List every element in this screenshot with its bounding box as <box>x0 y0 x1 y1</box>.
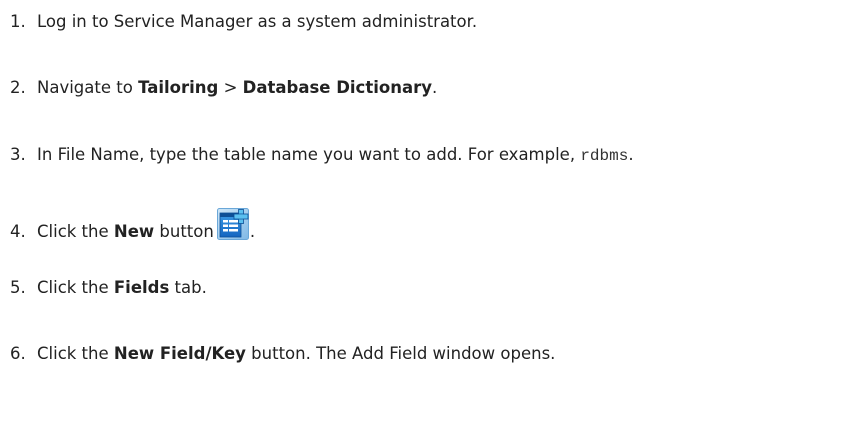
instruction-steps: 1. Log in to Service Manager as a system … <box>0 0 864 421</box>
step-6: 6. Click the New Field/Key button. The Ad… <box>10 341 555 367</box>
step-text: In File Name, type the table name you wa… <box>37 145 581 164</box>
step-suffix: . <box>432 78 438 97</box>
step-4: 4. Click the New button . <box>10 208 255 241</box>
step-text: Click the <box>37 344 114 363</box>
new-button-label: New <box>113 222 155 241</box>
step-suffix: . <box>249 222 256 241</box>
step-text: Click the <box>37 222 114 241</box>
step-text: Click the <box>37 278 114 297</box>
step-text: Log in to Service Manager as a system ad… <box>37 12 478 31</box>
step-text: Navigate to <box>37 78 139 97</box>
step-number: 4. <box>10 222 26 241</box>
new-record-icon <box>216 208 249 240</box>
step-2: 2. Navigate to Tailoring > Database Dicti… <box>10 75 437 101</box>
fields-tab-label: Fields <box>113 278 170 297</box>
step-suffix: button. The Add Field window opens. <box>245 344 556 363</box>
step-number: 1. <box>10 12 26 31</box>
step-suffix: . <box>628 145 634 164</box>
step-number: 6. <box>10 344 26 363</box>
step-5: 5. Click the Fields tab. <box>10 275 207 301</box>
step-suffix: tab. <box>169 278 207 297</box>
step-number: 2. <box>10 78 26 97</box>
step-3: 3. In File Name, type the table name you … <box>10 142 634 168</box>
step-text: button <box>154 222 214 241</box>
code-example: rdbms <box>580 147 629 165</box>
step-number: 3. <box>10 145 26 164</box>
step-1: 1. Log in to Service Manager as a system … <box>10 9 477 35</box>
menu-tailoring: Tailoring <box>138 78 219 97</box>
step-number: 5. <box>10 278 26 297</box>
new-field-key-button-label: New Field/Key <box>113 344 246 363</box>
menu-separator: > <box>218 78 243 97</box>
menu-database-dictionary: Database Dictionary <box>242 78 432 97</box>
